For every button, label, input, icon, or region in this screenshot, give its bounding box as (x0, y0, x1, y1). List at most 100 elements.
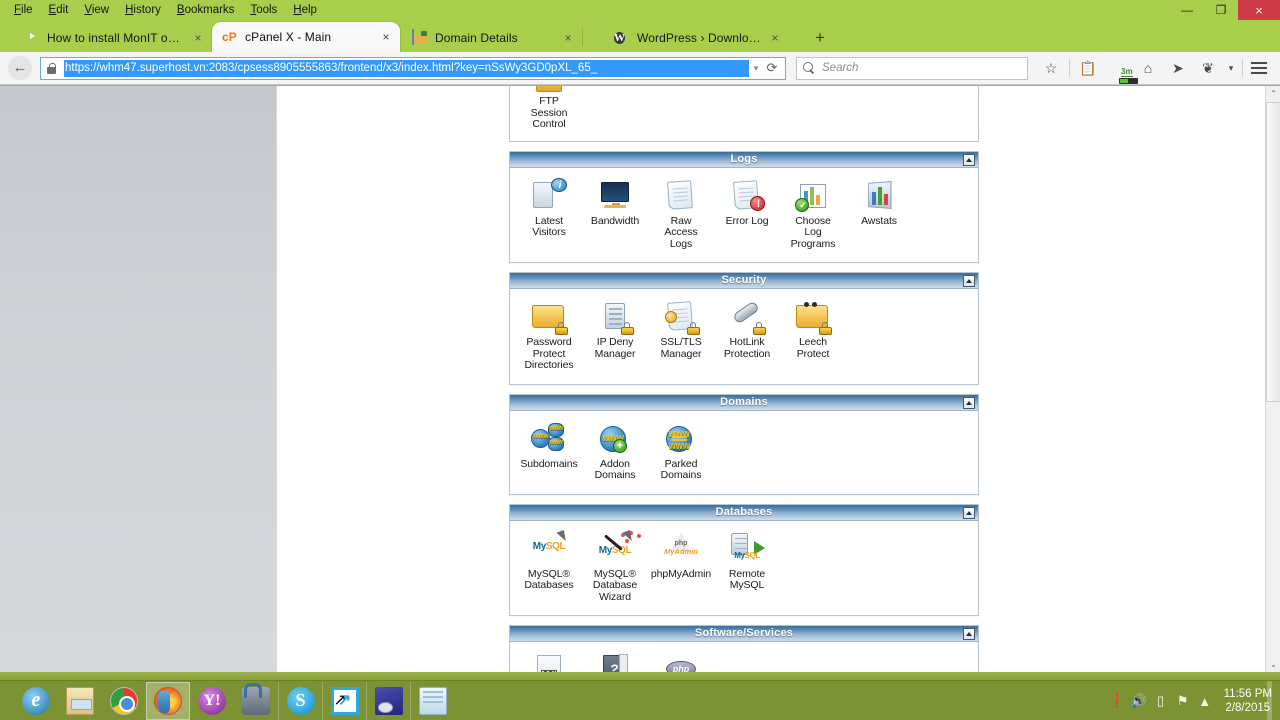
taskbar-app-internet-explorer[interactable]: e (14, 682, 58, 720)
phpmyadmin-icon: php MyAdmin (663, 531, 699, 565)
collapse-toggle-icon[interactable] (963, 275, 975, 287)
cpanel-item-awstats[interactable]: Awstats (846, 178, 912, 251)
cpanel-section-body: CGICGICenter?SiteSoftwarephpPHPConfigura… (510, 642, 978, 672)
addon-bug-icon[interactable]: ❦ (1193, 59, 1223, 77)
cpanel-item-remote-mysql[interactable]: MySQL Remote MySQL (714, 531, 780, 604)
taskbar-app-share-tool[interactable]: ↗ (322, 681, 366, 720)
cpanel-item-password-protect-directories[interactable]: Password Protect Directories (516, 299, 582, 372)
taskbar-app-yahoo-messenger[interactable]: Y! (190, 682, 234, 720)
restore-button[interactable]: ❐ (1204, 0, 1238, 20)
menu-edit[interactable]: Edit (41, 1, 77, 20)
taskbar-app-virtual-machine[interactable] (366, 681, 410, 720)
cpanel-item-raw-access-logs[interactable]: Raw Access Logs (648, 178, 714, 251)
cpanel-item-leech-protect[interactable]: Leech Protect (780, 299, 846, 372)
cpanel-item-cgi-center[interactable]: CGICGICenter (516, 652, 582, 672)
reload-icon[interactable]: ⟳ (763, 60, 781, 76)
cpanel-item-bandwidth[interactable]: Bandwidth (582, 178, 648, 251)
mysql-database-wizard-icon: MySQL (597, 529, 641, 565)
collapse-toggle-icon[interactable] (963, 153, 975, 166)
tab-close-icon[interactable]: × (378, 30, 394, 44)
cpanel-item-mysql-databases[interactable]: MySQL MySQL® Databases (516, 529, 582, 604)
cpanel-section-header[interactable]: Security (510, 273, 978, 289)
cpanel-section-header[interactable]: Databases (510, 504, 978, 521)
share-tool-icon: ↗ (330, 686, 359, 715)
close-button[interactable]: × (1238, 0, 1280, 20)
choose-log-programs-icon (795, 178, 831, 212)
navigation-toolbar: ← https://whm47.superhost.vn:2083/cpsess… (0, 52, 1280, 85)
cpanel-item-site-software[interactable]: ?SiteSoftware (582, 652, 648, 672)
menu-bookmarks[interactable]: Bookmarks (169, 1, 243, 20)
minimize-button[interactable]: — (1170, 0, 1204, 20)
tab-close-icon[interactable]: × (560, 31, 576, 45)
search-box[interactable]: Search (796, 56, 1028, 80)
cpanel-section-header[interactable]: Logs (510, 151, 978, 168)
bookmark-star-icon[interactable]: ☆ (1036, 59, 1066, 77)
battery-icon[interactable]: ▯ (1150, 693, 1172, 709)
back-button[interactable]: ← (8, 56, 32, 80)
cpanel-item-addon-domains[interactable]: WWW + Addon Domains (582, 421, 648, 482)
tab-title: How to install MonIT on... (47, 30, 184, 45)
scrollbar-thumb[interactable] (1266, 102, 1280, 402)
menu-history[interactable]: History (117, 1, 169, 20)
collapse-toggle-icon[interactable] (963, 396, 975, 409)
taskbar-app-google-chrome[interactable] (102, 682, 146, 720)
cpanel-item-php-configuration[interactable]: phpPHPConfiguration (648, 652, 714, 672)
cpanel-section-domains: Domains WWW WWW WWW Subdomains WWW + Addon Domai… (509, 393, 979, 495)
cpanel-section-header[interactable]: Software/Services (510, 626, 978, 642)
cpanel-item-error-log[interactable]: Error Log (714, 178, 780, 251)
virtual-machine-icon (374, 686, 403, 715)
cpanel-item-ssl-tls-manager[interactable]: SSL/TLS Manager (648, 299, 714, 372)
taskbar-clock[interactable]: 11:56 PM 2/8/2015 (1224, 687, 1272, 715)
taskbar-app-unlocker[interactable] (234, 682, 278, 720)
show-desktop-button[interactable] (1267, 681, 1272, 720)
url-text[interactable]: https://whm47.superhost.vn:2083/cpsess89… (64, 59, 749, 77)
tab-close-icon[interactable]: × (767, 31, 783, 45)
taskbar-app-skype[interactable]: S (278, 681, 322, 720)
scroll-up-button[interactable]: ⌃ (1266, 86, 1280, 101)
cpanel-item-ip-deny-manager[interactable]: IP Deny Manager (582, 299, 648, 372)
menu-file[interactable]: File (6, 1, 41, 20)
overflow-chevron-icon[interactable]: ▾ (1223, 59, 1239, 77)
volume-icon[interactable]: 🔊 (1128, 693, 1150, 709)
cpanel-section-header[interactable]: Domains (510, 394, 978, 411)
cpanel-item-label: Choose Log Programs (790, 214, 836, 250)
cpanel-item-ftp-session-control[interactable]: FTP Session Control (516, 86, 582, 131)
cpanel-item-choose-log-programs[interactable]: ChooseLogPrograms (780, 178, 846, 251)
cpanel-item-phpmyadmin[interactable]: php MyAdmin phpMyAdmin (648, 531, 714, 604)
browser-tab-3[interactable]: W WordPress › Download Wo... × (604, 23, 789, 52)
menu-help[interactable]: Help (285, 1, 325, 20)
browser-tab-1[interactable]: cP cPanel X - Main × (212, 22, 400, 52)
chevron-down-icon[interactable]: ▼ (749, 64, 763, 73)
tab-close-icon[interactable]: × (190, 31, 206, 45)
home-icon[interactable]: ⌂ (1133, 59, 1163, 77)
scroll-down-button[interactable]: ⌄ (1266, 657, 1280, 672)
address-bar[interactable]: https://whm47.superhost.vn:2083/cpsess89… (40, 56, 786, 80)
network-error-icon[interactable]: ⚑ (1172, 693, 1194, 709)
menu-view[interactable]: View (76, 1, 117, 20)
taskbar-app-file-explorer[interactable] (58, 682, 102, 720)
ip-deny-manager-icon (597, 299, 634, 335)
cgi-center-icon: CGI (531, 652, 567, 672)
collapse-toggle-icon[interactable] (963, 628, 975, 640)
show-hidden-icons[interactable]: ▲ (1194, 694, 1216, 709)
browser-tab-2[interactable]: Domain Details × (402, 23, 582, 52)
menu-hamburger-icon[interactable] (1246, 62, 1272, 74)
reading-list-icon[interactable]: 📋 (1073, 59, 1103, 77)
cpanel-item-subdomains[interactable]: WWW WWW WWW Subdomains (516, 421, 582, 482)
collapse-toggle-icon[interactable] (963, 506, 975, 519)
taskbar-app-mozilla-firefox[interactable] (146, 681, 190, 720)
vertical-scrollbar[interactable]: ⌃ ⌄ (1265, 86, 1280, 672)
cpanel-item-parked-domains[interactable]: WWW WWW Parked Domains (648, 421, 714, 482)
action-center-icon[interactable]: ❗ (1106, 693, 1128, 709)
cpanel-item-hotlink-protection[interactable]: HotLink Protection (714, 299, 780, 372)
cpanel-item-mysql-database-wizard[interactable]: MySQLMySQL®DatabaseWizard (582, 529, 648, 604)
browser-tab-0[interactable]: How to install MonIT on... × (14, 23, 212, 52)
cpanel-item-latest-visitors[interactable]: LatestVisitors (516, 177, 582, 251)
taskbar-app-notepad-app[interactable] (410, 681, 454, 720)
new-tab-button[interactable]: + (810, 29, 830, 49)
cpanel-item-label: Subdomains (520, 457, 578, 470)
menu-tools[interactable]: Tools (242, 1, 285, 20)
parked-domains-icon: WWW WWW (663, 421, 699, 455)
send-tab-icon[interactable]: ➤ (1163, 59, 1193, 77)
cpanel-section-title: Security (721, 274, 767, 286)
